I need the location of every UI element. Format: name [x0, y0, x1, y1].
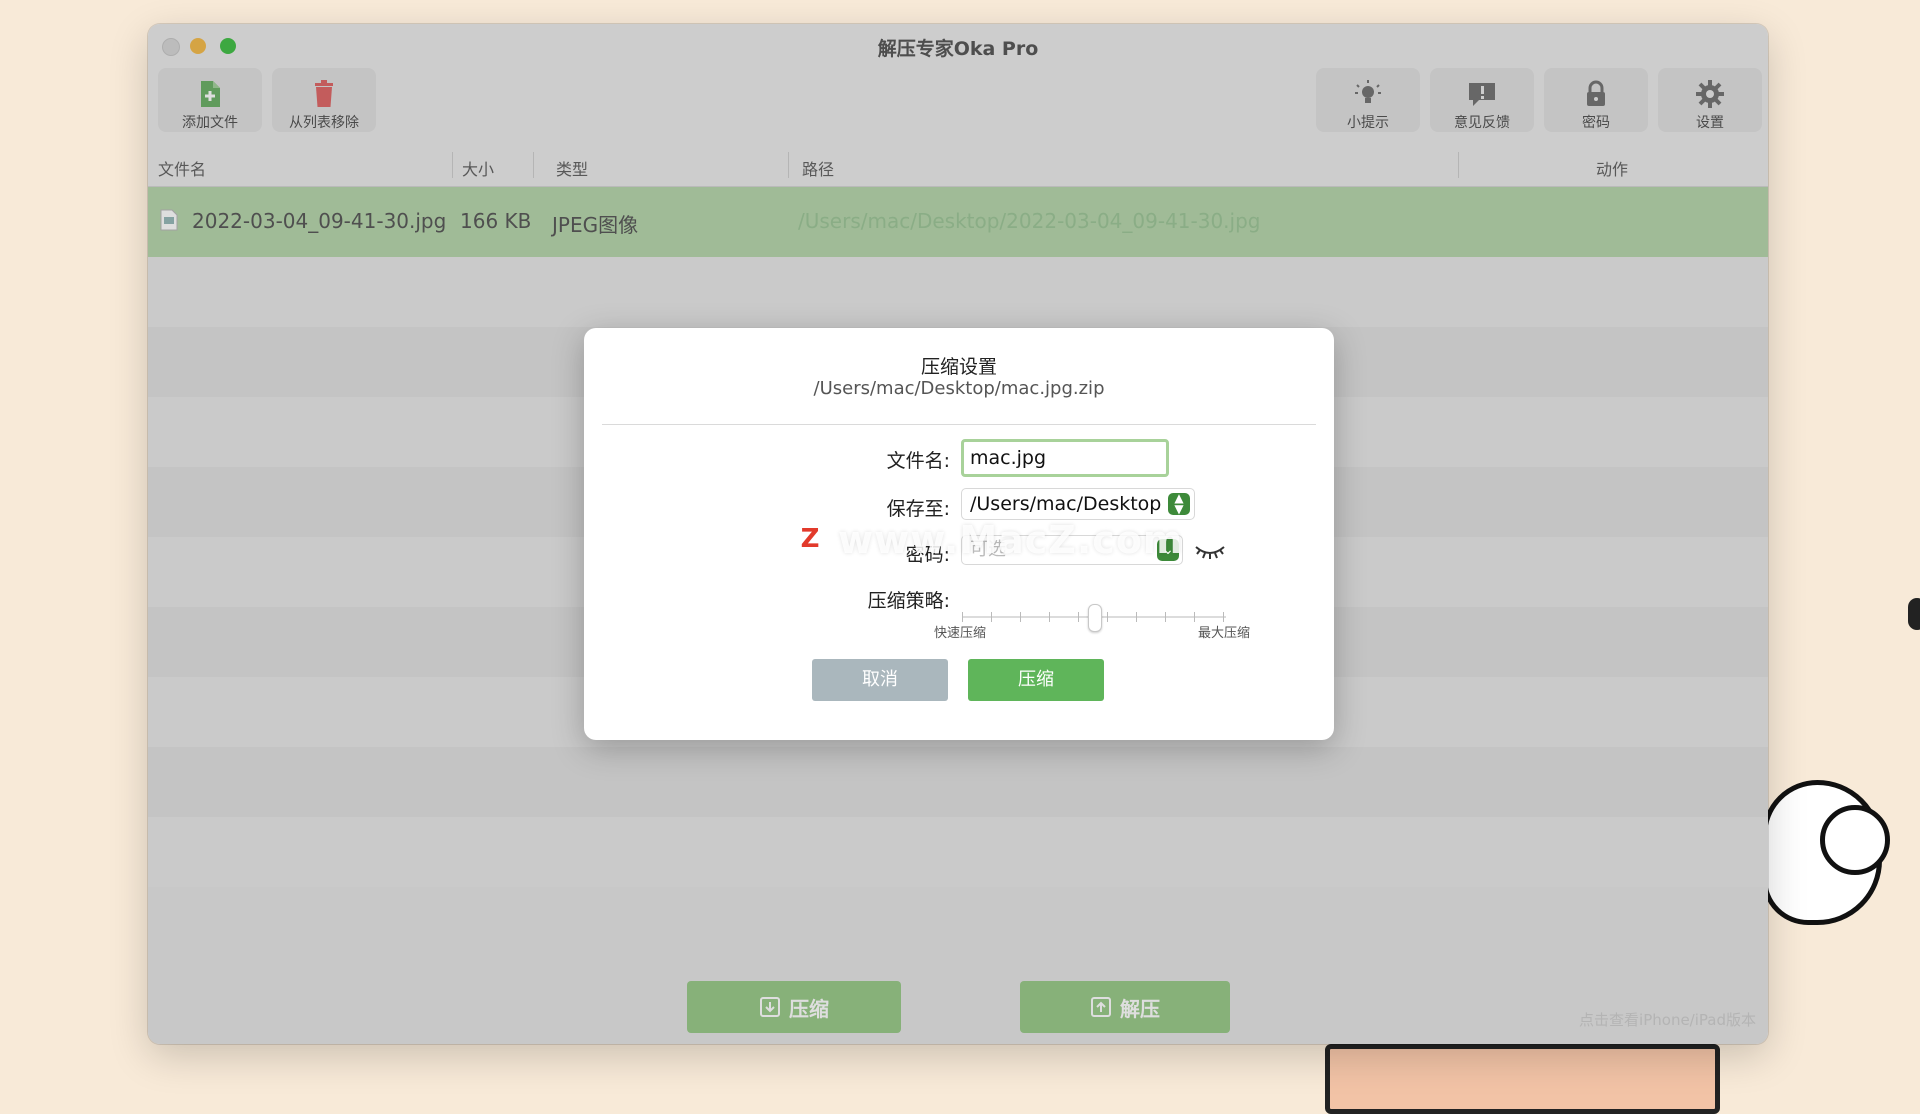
save-to-select[interactable]: /Users/mac/Desktop ▲ ▼	[961, 488, 1195, 520]
dialog-title: 压缩设置	[920, 356, 997, 378]
slider-tick	[1107, 612, 1108, 622]
slider-tick	[1194, 612, 1195, 622]
slider-tick	[1136, 612, 1137, 622]
filename-label: 文件名:	[886, 450, 950, 472]
cancel-button[interactable]: 取消	[812, 659, 948, 701]
background-illustration	[1820, 805, 1890, 875]
slider-tick	[1165, 612, 1166, 622]
watermark-logo: Z	[793, 522, 827, 556]
hide-password-icon[interactable]	[1194, 541, 1226, 561]
background-illustration	[1325, 1044, 1720, 1114]
slider-tick	[1049, 612, 1050, 622]
dialog-output-path: /Users/mac/Desktop/mac.jpg.zip	[813, 378, 1105, 399]
slider-tick	[1020, 612, 1021, 622]
slider-tick	[1223, 612, 1224, 622]
slider-tick	[991, 612, 992, 622]
watermark-text: www.MacZ.com	[838, 518, 1184, 562]
slider-max-label: 最大压缩	[1198, 626, 1251, 641]
save-to-label: 保存至:	[886, 498, 950, 520]
up-down-chevron-icon: ▲ ▼	[1168, 492, 1190, 515]
slider-thumb[interactable]	[1088, 604, 1102, 632]
strategy-label: 压缩策略:	[867, 590, 950, 612]
slider-tick	[1078, 612, 1079, 622]
dialog-divider	[602, 424, 1316, 425]
slider-tick	[962, 612, 963, 622]
background-illustration	[1908, 598, 1920, 630]
slider-min-label: 快速压缩	[934, 626, 987, 641]
compress-confirm-button[interactable]: 压缩	[968, 659, 1104, 701]
save-to-value: /Users/mac/Desktop	[970, 493, 1162, 515]
compression-strategy-slider[interactable]	[962, 602, 1226, 632]
filename-input[interactable]: mac.jpg	[961, 439, 1169, 477]
